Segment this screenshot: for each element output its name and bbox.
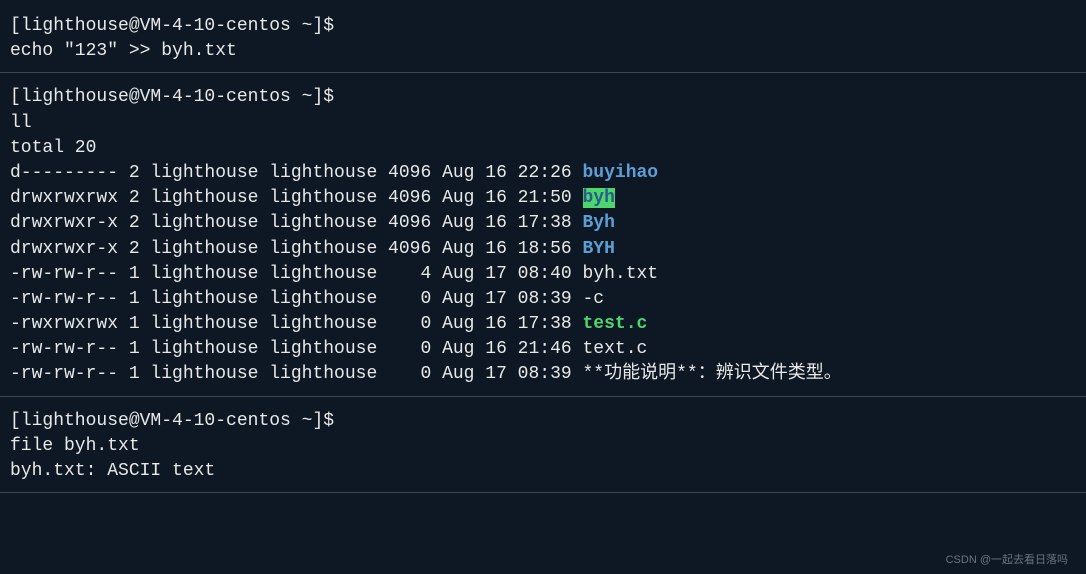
file-row: -rw-rw-r-- 1 lighthouse lighthouse 0 Aug… bbox=[10, 287, 1076, 312]
file-name: test.c bbox=[583, 314, 648, 334]
file-meta: -rwxrwxrwx 1 lighthouse lighthouse 0 Aug… bbox=[10, 314, 583, 334]
command-line: ll bbox=[10, 111, 1076, 136]
file-name: byh.txt bbox=[583, 264, 659, 284]
file-meta: drwxrwxrwx 2 lighthouse lighthouse 4096 … bbox=[10, 188, 583, 208]
shell-prompt: [lighthouse@VM-4-10-centos ~]$ bbox=[10, 85, 1076, 110]
file-meta: -rw-rw-r-- 1 lighthouse lighthouse 0 Aug… bbox=[10, 364, 583, 384]
file-row: drwxrwxrwx 2 lighthouse lighthouse 4096 … bbox=[10, 186, 1076, 211]
file-row: d--------- 2 lighthouse lighthouse 4096 … bbox=[10, 161, 1076, 186]
file-name: text.c bbox=[583, 339, 648, 359]
file-name: byh bbox=[583, 188, 615, 208]
terminal-block-1[interactable]: [lighthouse@VM-4-10-centos ~]$ echo "123… bbox=[0, 2, 1086, 73]
watermark: CSDN @一起去看日落吗 bbox=[946, 553, 1068, 568]
file-name: -c bbox=[583, 289, 605, 309]
file-name: BYH bbox=[583, 239, 615, 259]
command-output: byh.txt: ASCII text bbox=[10, 459, 1076, 484]
file-name: Byh bbox=[583, 213, 615, 233]
file-meta: d--------- 2 lighthouse lighthouse 4096 … bbox=[10, 163, 583, 183]
file-row: -rw-rw-r-- 1 lighthouse lighthouse 4 Aug… bbox=[10, 262, 1076, 287]
ll-total: total 20 bbox=[10, 136, 1076, 161]
file-meta: -rw-rw-r-- 1 lighthouse lighthouse 4 Aug… bbox=[10, 264, 583, 284]
file-name: **功能说明**：辨识文件类型。 bbox=[583, 364, 842, 384]
command-line: echo "123" >> byh.txt bbox=[10, 39, 1076, 64]
file-meta: -rw-rw-r-- 1 lighthouse lighthouse 0 Aug… bbox=[10, 339, 583, 359]
terminal-block-2[interactable]: [lighthouse@VM-4-10-centos ~]$ ll total … bbox=[0, 73, 1086, 396]
command-line: file byh.txt bbox=[10, 434, 1076, 459]
shell-prompt: [lighthouse@VM-4-10-centos ~]$ bbox=[10, 14, 1076, 39]
ll-output: d--------- 2 lighthouse lighthouse 4096 … bbox=[10, 161, 1076, 388]
file-meta: drwxrwxr-x 2 lighthouse lighthouse 4096 … bbox=[10, 239, 583, 259]
file-meta: drwxrwxr-x 2 lighthouse lighthouse 4096 … bbox=[10, 213, 583, 233]
file-row: -rwxrwxrwx 1 lighthouse lighthouse 0 Aug… bbox=[10, 312, 1076, 337]
file-row: -rw-rw-r-- 1 lighthouse lighthouse 0 Aug… bbox=[10, 362, 1076, 387]
file-row: drwxrwxr-x 2 lighthouse lighthouse 4096 … bbox=[10, 211, 1076, 236]
file-row: drwxrwxr-x 2 lighthouse lighthouse 4096 … bbox=[10, 237, 1076, 262]
file-name: buyihao bbox=[583, 163, 659, 183]
terminal-block-3[interactable]: [lighthouse@VM-4-10-centos ~]$ file byh.… bbox=[0, 397, 1086, 494]
file-meta: -rw-rw-r-- 1 lighthouse lighthouse 0 Aug… bbox=[10, 289, 583, 309]
file-row: -rw-rw-r-- 1 lighthouse lighthouse 0 Aug… bbox=[10, 337, 1076, 362]
shell-prompt: [lighthouse@VM-4-10-centos ~]$ bbox=[10, 409, 1076, 434]
